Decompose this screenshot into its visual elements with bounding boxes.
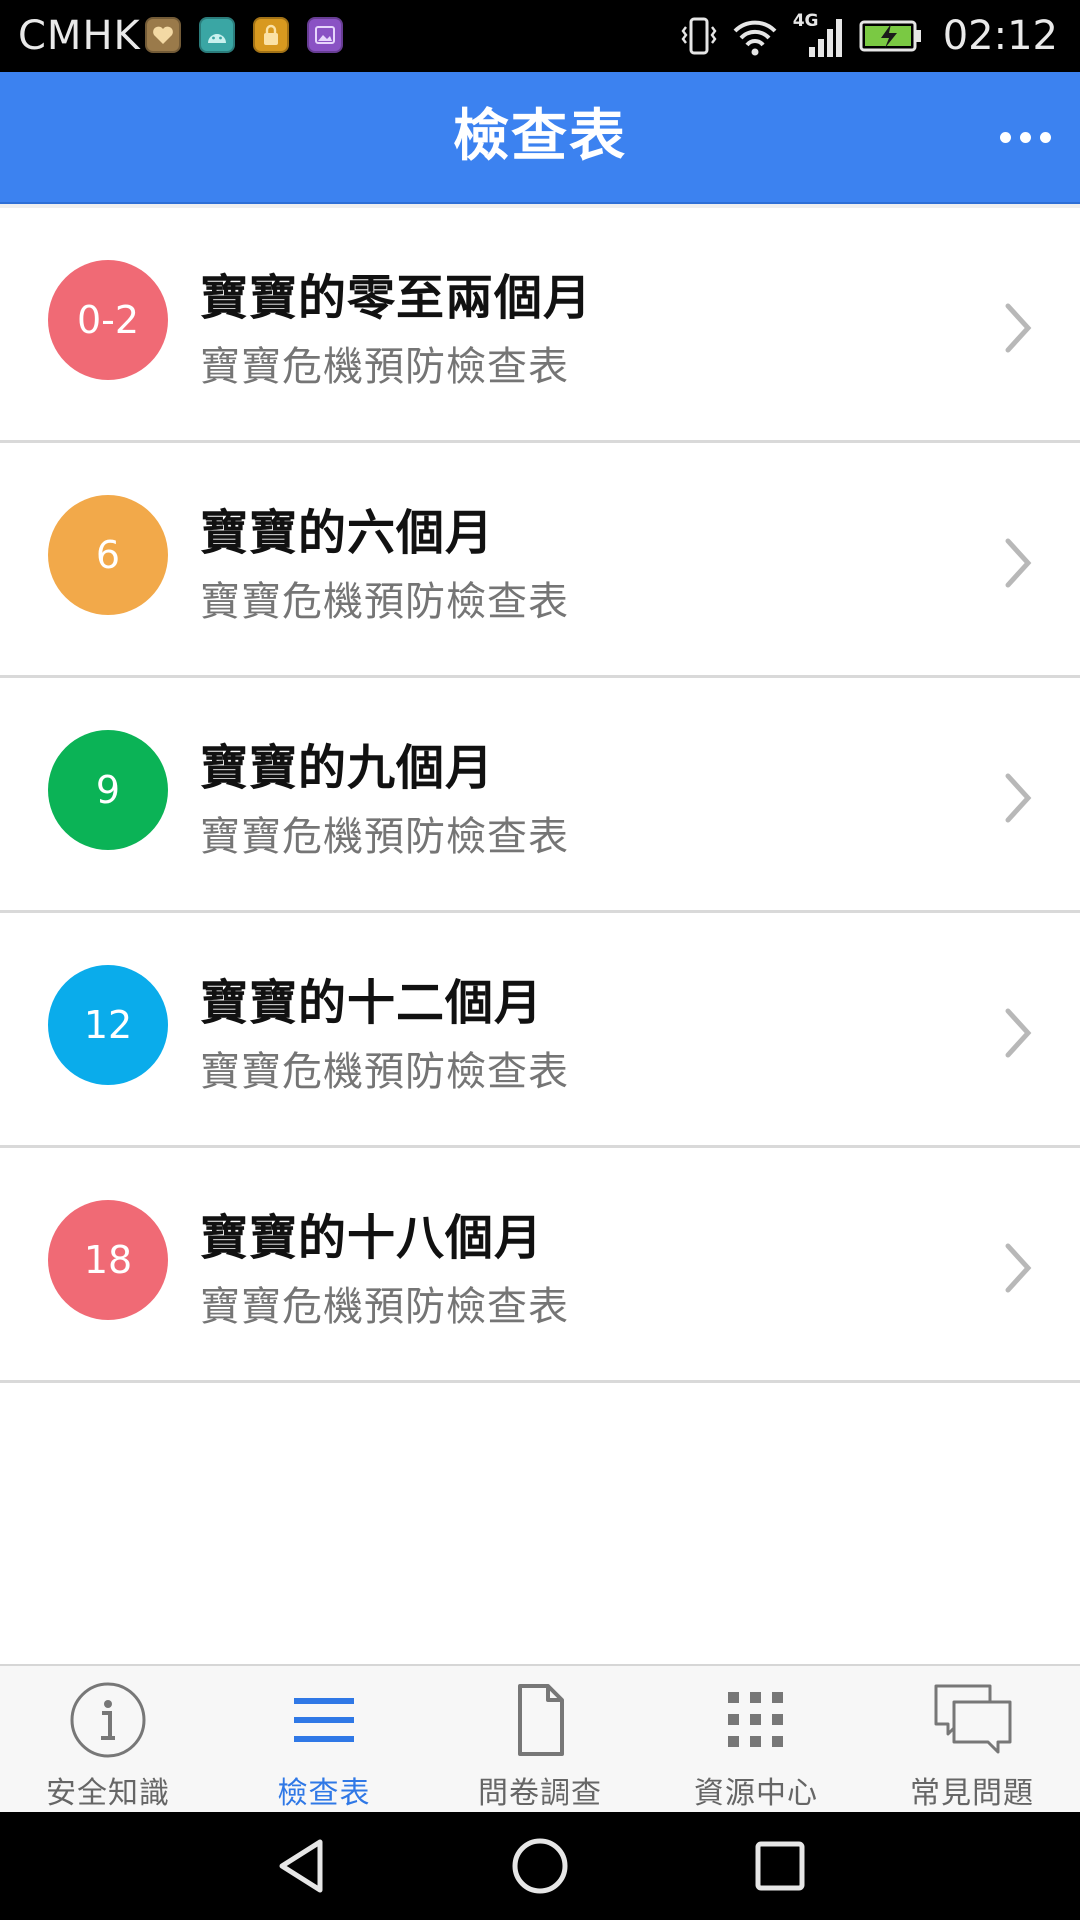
- tab-label: 常見問題: [910, 1776, 1034, 1811]
- chevron-right-icon: [1005, 303, 1032, 353]
- android-app-icon: [199, 17, 235, 53]
- chat-icon: [934, 1684, 1012, 1754]
- grid-icon: [728, 1692, 783, 1747]
- age-badge: 9: [48, 730, 168, 850]
- chevron-right-icon: [1005, 1243, 1032, 1293]
- tab-resource-center[interactable]: 資源中心: [648, 1666, 864, 1814]
- tab-faq[interactable]: 常見問題: [864, 1666, 1080, 1814]
- list-item-6-months[interactable]: 6 寶寶的六個月 寶寶危機預防檢查表: [0, 443, 1080, 678]
- page-title: 檢查表: [453, 104, 627, 169]
- tab-label: 資源中心: [694, 1776, 818, 1811]
- item-subtitle: 寶寶危機預防檢查表: [200, 579, 569, 625]
- bottom-tab-bar: 安全知識 檢查表 問卷調查 資源中心 常見問題: [0, 1664, 1080, 1814]
- carrier-name: CMHK: [18, 13, 141, 59]
- clock: 02:12: [942, 13, 1058, 59]
- wifi-icon: [733, 20, 777, 56]
- item-subtitle: 寶寶危機預防檢查表: [200, 1049, 569, 1095]
- list-item-0-2-months[interactable]: 0-2 寶寶的零至兩個月 寶寶危機預防檢查表: [0, 208, 1080, 443]
- tab-survey[interactable]: 問卷調查: [432, 1666, 648, 1814]
- item-title: 寶寶的零至兩個月: [200, 270, 593, 326]
- tab-label: 問卷調查: [478, 1776, 602, 1811]
- list-item-9-months[interactable]: 9 寶寶的九個月 寶寶危機預防檢查表: [0, 678, 1080, 913]
- item-title: 寶寶的九個月: [200, 740, 495, 796]
- more-options-button[interactable]: [990, 107, 1060, 167]
- lock-app-icon: [253, 17, 289, 53]
- chevron-right-icon: [1005, 1008, 1032, 1058]
- status-bar: CMHK 4G 02:12: [0, 0, 1080, 72]
- age-badge: 12: [48, 965, 168, 1085]
- list-item-12-months[interactable]: 12 寶寶的十二個月 寶寶危機預防檢查表: [0, 913, 1080, 1148]
- health-app-icon: [145, 17, 181, 53]
- tab-label: 安全知識: [46, 1776, 170, 1811]
- tab-label: 檢查表: [277, 1776, 371, 1811]
- gallery-app-icon: [307, 17, 343, 53]
- age-badge: 18: [48, 1200, 168, 1320]
- notification-icons: [145, 17, 343, 53]
- back-icon[interactable]: [272, 1836, 332, 1896]
- item-subtitle: 寶寶危機預防檢查表: [200, 1284, 569, 1330]
- document-icon: [518, 1684, 564, 1756]
- item-title: 寶寶的六個月: [200, 505, 495, 561]
- item-title: 寶寶的十八個月: [200, 1210, 544, 1266]
- more-dot-icon: [1039, 131, 1051, 143]
- item-subtitle: 寶寶危機預防檢查表: [200, 814, 569, 860]
- age-badge: 0-2: [48, 260, 168, 380]
- more-dot-icon: [1019, 131, 1031, 143]
- system-status: 4G 02:12: [681, 10, 1058, 62]
- recent-apps-icon[interactable]: [750, 1836, 810, 1896]
- system-navigation-bar: [0, 1812, 1080, 1920]
- vibrate-icon: [681, 17, 717, 55]
- age-badge: 6: [48, 495, 168, 615]
- tab-safety-knowledge[interactable]: 安全知識: [0, 1666, 216, 1814]
- home-icon[interactable]: [510, 1836, 570, 1896]
- item-subtitle: 寶寶危機預防檢查表: [200, 344, 569, 390]
- list-item-18-months[interactable]: 18 寶寶的十八個月 寶寶危機預防檢查表: [0, 1148, 1080, 1383]
- item-title: 寶寶的十二個月: [200, 975, 544, 1031]
- chevron-right-icon: [1005, 773, 1032, 823]
- more-dot-icon: [999, 131, 1011, 143]
- chevron-right-icon: [1005, 538, 1032, 588]
- list-icon: [294, 1698, 354, 1742]
- tab-checklist[interactable]: 檢查表: [216, 1666, 432, 1814]
- info-icon: [70, 1682, 146, 1758]
- app-bar: 檢查表: [0, 72, 1080, 204]
- checklist-list: 0-2 寶寶的零至兩個月 寶寶危機預防檢查表 6 寶寶的六個月 寶寶危機預防檢查…: [0, 204, 1080, 1383]
- signal-icon: 4G: [793, 11, 845, 59]
- battery-charging-icon: [859, 20, 921, 52]
